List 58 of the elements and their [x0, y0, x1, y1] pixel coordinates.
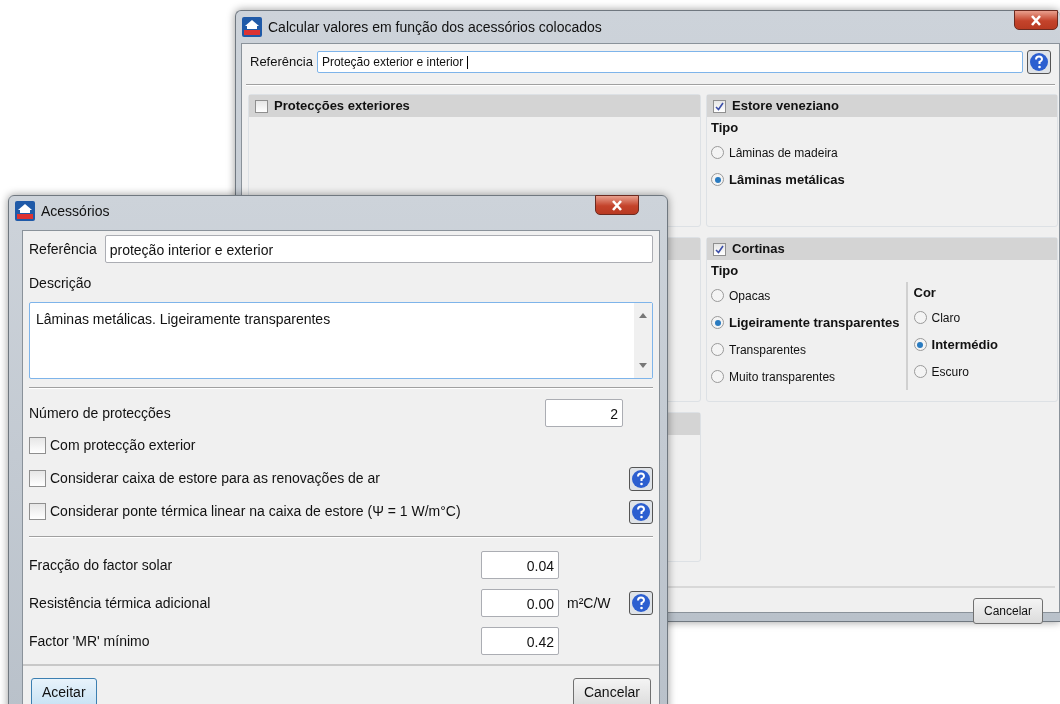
- checkbox-label: Com protecção exterior: [50, 436, 197, 455]
- count-field[interactable]: 2: [545, 399, 623, 427]
- radio-option[interactable]: Escuro: [913, 358, 998, 385]
- app-logo-icon: [15, 201, 35, 221]
- radio-option[interactable]: Opacas: [711, 282, 900, 309]
- radio-option[interactable]: Intermédio: [913, 331, 998, 358]
- checkbox-label: Considerar caixa de estore para as renovações de ar: [50, 469, 381, 488]
- panel-header: Estore veneziano: [707, 95, 1057, 117]
- window-title: Acessórios: [41, 201, 110, 221]
- number-field[interactable]: 0.04: [481, 551, 559, 579]
- field-label: Descrição: [29, 274, 93, 293]
- help-icon[interactable]: [629, 591, 653, 615]
- cancel-button[interactable]: Cancelar: [972, 598, 1043, 624]
- close-button[interactable]: [1014, 10, 1058, 30]
- window-title: Calcular valores em função dos acessórios colocados: [268, 17, 602, 37]
- scroll-down-icon[interactable]: [639, 363, 647, 368]
- radio-option[interactable]: Ligeiramente transparentes: [711, 309, 900, 336]
- scroll-up-icon[interactable]: [639, 313, 647, 318]
- field-label: Referência: [250, 53, 313, 72]
- number-field[interactable]: 0.42: [481, 627, 559, 655]
- app-logo-icon: [242, 17, 262, 37]
- radio-option[interactable]: Transparentes: [711, 336, 900, 363]
- close-button[interactable]: [595, 195, 639, 215]
- checkbox[interactable]: [713, 99, 726, 113]
- checkbox[interactable]: [29, 437, 46, 454]
- description-field[interactable]: Lâminas metálicas. Ligeiramente transparentes: [29, 302, 653, 379]
- unit-label: m²C/W: [567, 593, 611, 613]
- radio-option[interactable]: Muito transparentes: [711, 363, 900, 390]
- field-label: Fracção do factor solar: [29, 555, 174, 575]
- checkbox-label: Considerar ponte térmica linear na caixa de estore (Ψ = 1 W/m°C): [50, 502, 462, 521]
- radio-option[interactable]: Lâminas de madeira: [711, 139, 845, 166]
- field-label: Referência: [29, 239, 97, 259]
- scrollbar[interactable]: [634, 303, 652, 378]
- radio-option[interactable]: Claro: [913, 304, 998, 331]
- number-field[interactable]: 0.00: [481, 589, 559, 617]
- group-label: Cor: [913, 284, 937, 303]
- checkbox[interactable]: [29, 503, 46, 520]
- ok-button[interactable]: Aceitar: [31, 678, 97, 704]
- close-icon: [611, 199, 623, 211]
- field-label: Resistência térmica adicional: [29, 593, 212, 613]
- field-label: Factor 'MR' mínimo: [29, 631, 151, 651]
- group-label: Tipo: [711, 262, 740, 281]
- panel-header: Cortinas: [707, 238, 1057, 260]
- reference-field[interactable]: Proteção exterior e interior: [316, 51, 1023, 73]
- field-label: Número de protecções: [29, 403, 172, 423]
- checkbox[interactable]: [29, 470, 46, 487]
- reference-field[interactable]: proteção interior e exterior: [104, 235, 653, 263]
- help-icon[interactable]: [1027, 50, 1051, 74]
- panel-header: Protecções exteriores: [249, 95, 700, 117]
- group-label: Tipo: [711, 119, 740, 138]
- checkbox[interactable]: [713, 242, 726, 256]
- cancel-button[interactable]: Cancelar: [572, 678, 651, 704]
- help-icon[interactable]: [629, 466, 653, 491]
- radio-option[interactable]: Lâminas metálicas: [711, 166, 845, 193]
- checkbox[interactable]: [255, 99, 268, 113]
- close-icon: [1030, 14, 1042, 26]
- text-cursor: [466, 56, 468, 70]
- help-icon[interactable]: [629, 499, 653, 524]
